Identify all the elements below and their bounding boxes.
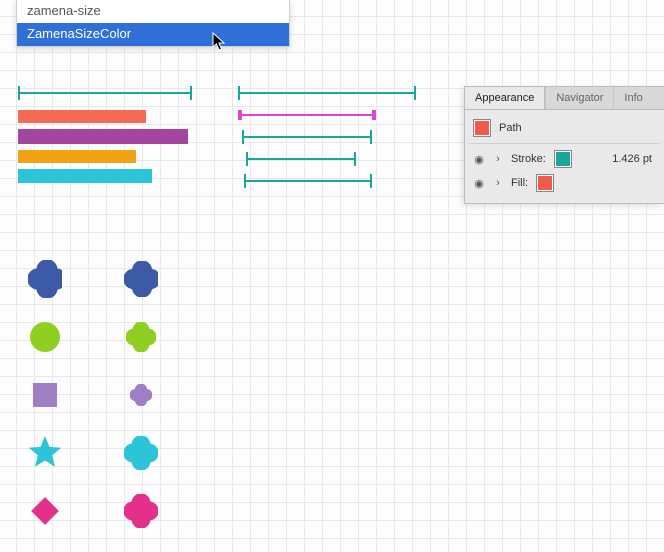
shape-quatrefoil-0-1 [124,262,158,296]
shape-star-3-0 [28,436,62,470]
shape-quatrefoil-1-1 [124,320,158,354]
visibility-icon[interactable]: ◉ [473,153,485,166]
dropdown-item-1[interactable]: ZamenaSizeColor [17,23,289,46]
cursor-icon [212,32,228,52]
bar-4 [18,169,152,183]
appearance-panel[interactable]: AppearanceNavigatorInfo Path ◉ › Stroke: 1.… [464,86,664,204]
bar-2 [18,129,188,144]
bar-3 [18,150,136,163]
shape-quatrefoil-2-1 [124,378,158,412]
range-1 [238,108,376,122]
shape-quatrefoil-3-1 [124,436,158,470]
attr-swatch-icon[interactable] [536,174,554,192]
right-range-group [238,86,416,196]
object-swatch-icon [473,119,491,137]
visibility-icon[interactable]: ◉ [473,177,485,190]
attr-label: Fill: [511,177,528,189]
attr-value: 1.426 pt [612,153,656,165]
shape-diamond-4-0 [28,494,62,528]
disclosure-icon[interactable]: › [493,177,503,189]
tab-navigator[interactable]: Navigator [545,87,613,109]
object-row: Path [471,116,658,140]
left-bar-group [18,86,192,189]
range-2 [242,130,372,144]
attr-row-fill[interactable]: ◉ › Fill: [471,171,658,195]
tab-appearance[interactable]: Appearance [465,87,545,109]
range-4 [244,174,372,188]
tab-info[interactable]: Info [613,87,652,109]
divider [469,143,660,144]
disclosure-icon[interactable]: › [493,153,503,165]
bar-1 [18,110,146,123]
shape-quatrefoil-0-0 [28,262,62,296]
range-3 [246,152,356,166]
range-0 [238,86,416,100]
bar-0 [18,86,192,100]
shape-grid [28,250,158,540]
attr-row-stroke[interactable]: ◉ › Stroke: 1.426 pt [471,147,658,171]
shape-circle-1-0 [28,320,62,354]
shape-square-2-0 [28,378,62,412]
attr-swatch-icon[interactable] [554,150,572,168]
panel-tabs[interactable]: AppearanceNavigatorInfo [465,87,664,110]
dropdown-item-0[interactable]: zamena-size [17,0,289,23]
action-dropdown[interactable]: zamena-sizeZamenaSizeColor [16,0,290,47]
attr-label: Stroke: [511,153,546,165]
object-label: Path [499,122,522,134]
shape-quatrefoil-4-1 [124,494,158,528]
